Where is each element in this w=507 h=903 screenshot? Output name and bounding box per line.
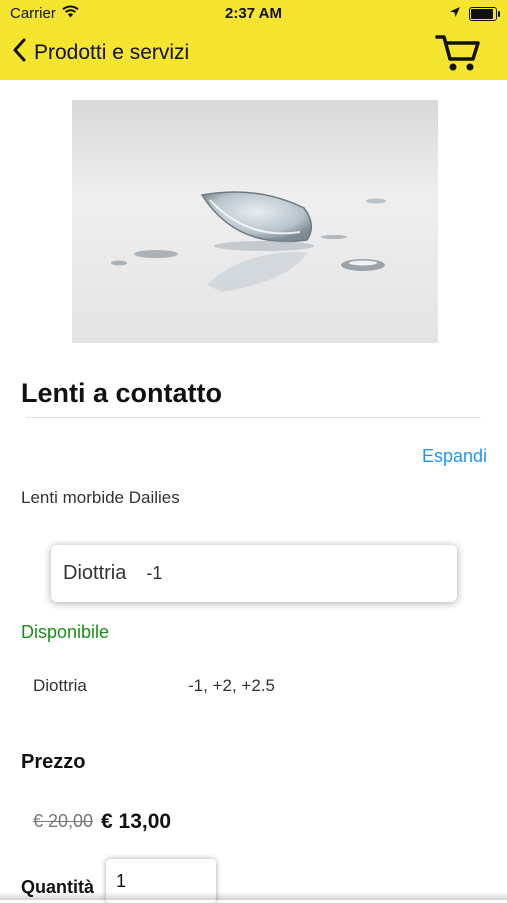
diopter-selector-label: Diottria [63,562,127,584]
title-divider [26,417,481,418]
spec-value: -1, +2, +2.5 [188,676,275,695]
expand-link[interactable]: Espandi [422,446,487,467]
current-price: € 13,00 [101,810,172,833]
product-image [72,100,438,343]
bottom-shadow [0,892,507,900]
price-heading: Prezzo [21,751,86,773]
location-arrow-icon [449,5,461,22]
spec-label: Diottria [33,676,87,695]
old-price: € 20,00 [33,811,94,831]
shopping-cart-icon[interactable] [435,33,481,73]
product-description: Lenti morbide Dailies [21,488,180,507]
product-title: Lenti a contatto [21,378,222,408]
back-button[interactable]: Prodotti e servizi [12,38,189,68]
battery-icon [469,6,500,21]
chevron-left-icon [12,38,26,68]
status-bar: Carrier 2:37 AM [0,0,507,28]
back-label: Prodotti e servizi [34,41,190,64]
diopter-selector[interactable]: Diottria -1 [51,545,457,602]
diopter-selector-value: -1 [146,563,163,583]
status-icons [449,5,500,22]
availability-status: Disponibile [21,622,110,642]
clock: 2:37 AM [225,5,282,22]
navigation-bar: Prodotti e servizi [0,28,507,80]
